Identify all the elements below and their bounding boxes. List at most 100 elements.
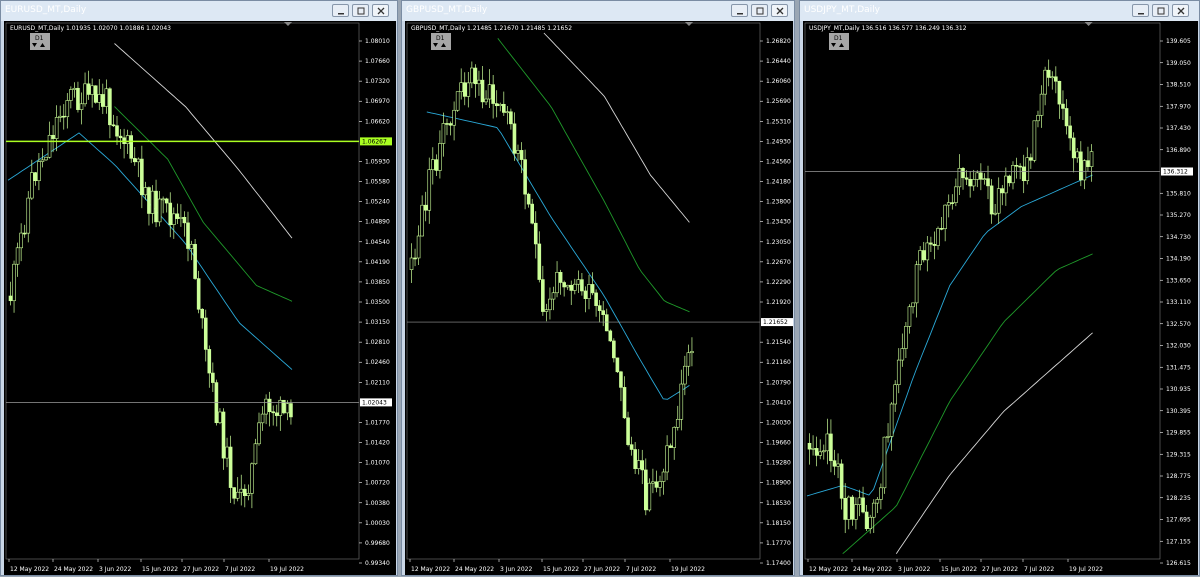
date-tick-label: 27 Jun 2022 (183, 566, 219, 573)
candle-body (882, 436, 887, 489)
candle-body (26, 197, 31, 234)
candle-body (211, 372, 215, 383)
chart-window-gbpusd[interactable]: GBPUSD_MT,Daily GBPUSD_MT,Daily 1.21485 … (401, 0, 795, 576)
price-tick-label: 1.22290 (766, 279, 791, 286)
window-titlebar[interactable]: EURUSD_MT,Daily (1, 1, 397, 21)
date-tick-label: 3 Jun 2022 (99, 566, 131, 573)
window-titlebar[interactable]: USDJPY_MT,Daily (800, 1, 1199, 21)
candle-body (604, 314, 609, 332)
maximize-button[interactable] (751, 4, 768, 17)
price-tick-label: 1.00720 (365, 480, 390, 487)
candle-body (218, 411, 222, 424)
close-button[interactable] (372, 4, 389, 17)
price-tick-label: 139.605 (1166, 38, 1191, 45)
candle-body (51, 134, 55, 139)
price-tick-label: 137.430 (1166, 125, 1191, 132)
candle-body (626, 417, 630, 445)
chart-header: GBPUSD_MT,Daily 1.21485 1.21670 1.21485 … (411, 25, 572, 32)
candle-body (555, 272, 559, 294)
candle-body (551, 292, 556, 300)
minimize-button[interactable] (1132, 4, 1149, 17)
candle-body (661, 471, 666, 482)
candle-body (455, 91, 460, 111)
date-tick-label: 24 May 2022 (853, 566, 892, 573)
candle-body (69, 89, 73, 101)
candle-body (911, 302, 915, 308)
chart-area[interactable]: USDJPY_MT,Daily 136.516 136.577 136.249 … (803, 21, 1198, 575)
candle-body (232, 487, 236, 499)
price-tick-label: 1.04540 (365, 239, 390, 246)
price-tick-label: 1.18150 (766, 520, 791, 527)
candle-body (484, 98, 488, 103)
date-tick-label: 3 Jun 2022 (898, 566, 930, 573)
close-button[interactable] (1172, 4, 1189, 17)
candle-body (946, 202, 951, 206)
candle-body (505, 111, 510, 114)
candle-body (1054, 76, 1058, 82)
candle-body (1036, 115, 1040, 122)
candle-body (829, 433, 833, 461)
candle-body (683, 365, 687, 385)
chart-area[interactable]: GBPUSD_MT,Daily 1.21485 1.21670 1.21485 … (405, 21, 793, 575)
candle-body (172, 213, 176, 225)
candle-body (893, 384, 897, 405)
price-tick-label: 134.190 (1166, 256, 1191, 263)
minimize-button[interactable] (731, 4, 748, 17)
candle-body (612, 340, 616, 359)
candle-body (619, 371, 623, 388)
candle-body (136, 158, 141, 163)
candle-body (654, 481, 659, 488)
candle-body (477, 79, 481, 85)
candle-body (246, 493, 251, 496)
candle-body (8, 295, 13, 302)
moving-average-mid (842, 253, 1093, 555)
candle-body (164, 198, 169, 204)
candle-body (175, 213, 180, 219)
price-tick-label: 1.25310 (766, 118, 791, 125)
candle-body (544, 309, 549, 312)
candle-body (239, 488, 244, 493)
price-tick-label: 1.00380 (365, 500, 390, 507)
candle-body (668, 445, 673, 448)
price-tick-label: 1.19660 (766, 440, 791, 447)
candle-body (590, 284, 595, 294)
candle-body (250, 463, 254, 494)
candle-body (438, 143, 442, 171)
candle-body (943, 204, 947, 229)
price-tick-label: 1.26060 (766, 78, 791, 85)
candle-body (526, 193, 531, 205)
candle-body (430, 159, 435, 170)
maximize-button[interactable] (352, 4, 369, 17)
price-tick-label: 135.810 (1166, 190, 1191, 197)
price-tick-label: 1.03500 (365, 299, 390, 306)
moving-average-slow (895, 332, 1093, 554)
date-tick-label: 12 May 2022 (411, 566, 450, 573)
candle-body (690, 351, 694, 354)
candle-body (1039, 93, 1044, 116)
candle-body (1043, 69, 1047, 95)
moving-average-fast (426, 111, 690, 400)
candle-body (1068, 125, 1072, 139)
close-button[interactable] (771, 4, 788, 17)
minimize-button[interactable] (332, 4, 349, 17)
maximize-button[interactable] (1152, 4, 1169, 17)
candle-body (154, 190, 158, 223)
candle-body (597, 305, 602, 311)
candle-body (115, 125, 119, 137)
candle-body (90, 85, 94, 95)
chart-window-usdjpy[interactable]: USDJPY_MT,Daily USDJPY_MT,Daily 136.516 … (799, 0, 1200, 576)
price-tick-label: 1.20790 (766, 379, 791, 386)
window-titlebar[interactable]: GBPUSD_MT,Daily (402, 1, 794, 21)
candle-body (675, 419, 680, 428)
chart-area[interactable]: EURUSD_MT,Daily 1.01935 1.02070 1.01886 … (4, 21, 396, 575)
price-tick-label: 1.22670 (766, 259, 791, 266)
price-tick-label: 130.935 (1166, 386, 1191, 393)
candle-body (936, 228, 940, 246)
candle-body (207, 349, 212, 374)
candle-body (235, 491, 240, 499)
chart-window-eurusd[interactable]: EURUSD_MT,Daily EURUSD_MT,Daily 1.01935 … (0, 0, 398, 576)
candle-body (879, 487, 883, 500)
candle-body (533, 222, 538, 245)
price-tick-label: 1.23050 (766, 239, 791, 246)
candle-body (587, 284, 591, 299)
